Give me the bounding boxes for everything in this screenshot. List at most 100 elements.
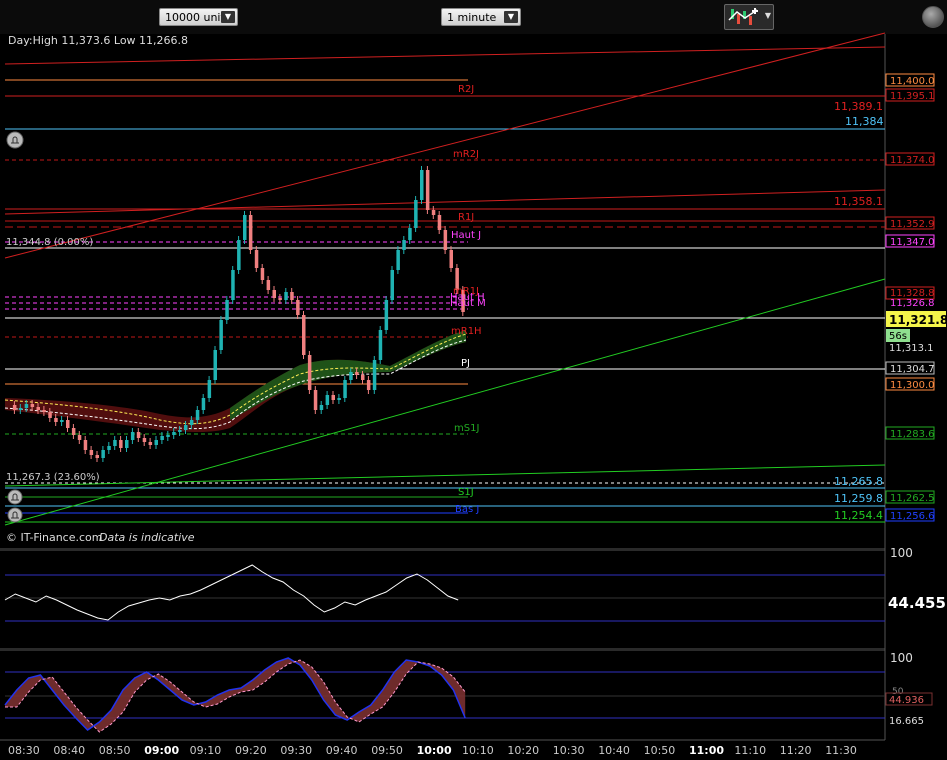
alert-bell-icon[interactable] (7, 489, 23, 505)
candle[interactable] (396, 250, 400, 270)
time-tick-label: 10:00 (417, 744, 452, 757)
candle[interactable] (101, 450, 105, 458)
candle[interactable] (231, 270, 235, 300)
candle[interactable] (36, 407, 41, 410)
candle[interactable] (48, 412, 52, 418)
candle[interactable] (331, 395, 336, 400)
panel-divider[interactable] (0, 548, 885, 551)
candle[interactable] (12, 405, 17, 410)
level-label-haut-m: Haut M (450, 298, 486, 309)
candle[interactable] (443, 230, 448, 250)
candle[interactable] (390, 270, 395, 300)
candle[interactable] (95, 455, 100, 458)
candle[interactable] (130, 432, 135, 440)
candle[interactable] (284, 292, 288, 300)
candle[interactable] (325, 395, 330, 405)
candle[interactable] (142, 438, 147, 442)
candle[interactable] (219, 320, 223, 350)
candle[interactable] (54, 418, 58, 422)
candle[interactable] (378, 330, 383, 360)
candle[interactable] (248, 215, 253, 250)
level-label-r2j: R2J (458, 84, 474, 95)
candle[interactable] (254, 250, 259, 268)
price-tag-trend-mid: 11,358.1 (834, 195, 883, 208)
price-tag-haut-h: 11,326.8 (890, 298, 935, 309)
candle[interactable] (313, 390, 318, 410)
candle[interactable] (414, 200, 418, 228)
candle[interactable] (213, 350, 218, 380)
time-tick-label: 09:20 (235, 744, 267, 757)
candle[interactable] (195, 410, 200, 420)
candle[interactable] (107, 446, 111, 450)
time-tick-label: 10:30 (553, 744, 585, 757)
alert-bell-icon[interactable] (7, 507, 23, 523)
osc2-value-a: 44.936 (889, 695, 924, 706)
candle[interactable] (136, 432, 141, 438)
candle[interactable] (66, 420, 70, 428)
candle[interactable] (355, 372, 359, 375)
time-tick-label: 10:40 (598, 744, 630, 757)
candle[interactable] (71, 428, 76, 435)
candle[interactable] (437, 215, 442, 230)
candle[interactable] (160, 436, 164, 440)
candle[interactable] (319, 405, 324, 410)
candle[interactable] (172, 432, 176, 435)
candle[interactable] (266, 280, 271, 290)
candle[interactable] (30, 404, 35, 407)
candle[interactable] (24, 404, 29, 408)
candle[interactable] (290, 292, 294, 300)
alert-bell-icon[interactable] (6, 131, 24, 149)
candle[interactable] (337, 398, 341, 400)
candle[interactable] (125, 440, 129, 448)
level-label-s1j: S1J (458, 487, 474, 498)
level-label-ms1j: mS1J (454, 423, 479, 434)
candle[interactable] (154, 440, 159, 445)
candle[interactable] (60, 420, 64, 422)
credit: © IT-Finance.com (6, 531, 103, 544)
candle[interactable] (42, 410, 46, 412)
candle[interactable] (349, 372, 353, 380)
level-label-haut-j: Haut J (451, 230, 481, 241)
candle[interactable] (18, 408, 23, 410)
candle[interactable] (237, 240, 241, 270)
candle[interactable] (77, 435, 82, 440)
candle[interactable] (296, 300, 300, 315)
candle[interactable] (178, 430, 182, 432)
candle[interactable] (384, 300, 389, 330)
candle[interactable] (449, 250, 454, 268)
candle[interactable] (166, 435, 170, 437)
candle[interactable] (119, 440, 123, 448)
panel-divider[interactable] (0, 648, 885, 651)
candle[interactable] (402, 240, 406, 250)
candle[interactable] (408, 228, 412, 240)
candle[interactable] (302, 315, 306, 355)
candle[interactable] (243, 215, 247, 240)
candle[interactable] (278, 298, 282, 300)
level-label-r1j: R1J (458, 212, 474, 223)
candle[interactable] (184, 425, 188, 430)
candle[interactable] (89, 450, 94, 455)
candle[interactable] (207, 380, 212, 398)
time-tick-label: 09:50 (371, 744, 403, 757)
candle[interactable] (343, 380, 347, 398)
candle[interactable] (420, 170, 424, 200)
candle[interactable] (148, 442, 153, 445)
price-tag-r2j: 11,395.1 (890, 91, 935, 102)
candle[interactable] (189, 420, 194, 425)
candle[interactable] (366, 380, 371, 390)
candle[interactable] (431, 210, 436, 215)
candle[interactable] (225, 300, 229, 320)
candle[interactable] (260, 268, 265, 280)
candle[interactable] (201, 398, 206, 410)
candle[interactable] (372, 360, 377, 390)
time-tick-label: 08:50 (99, 744, 131, 757)
candle[interactable] (361, 375, 365, 380)
candle[interactable] (425, 170, 430, 210)
time-tick-label: 11:30 (825, 744, 857, 757)
time-tick-label: 08:30 (8, 744, 40, 757)
time-tick-label: 10:10 (462, 744, 494, 757)
candle[interactable] (272, 290, 277, 298)
candle[interactable] (83, 440, 88, 450)
candle[interactable] (113, 440, 117, 446)
candle[interactable] (307, 355, 312, 390)
